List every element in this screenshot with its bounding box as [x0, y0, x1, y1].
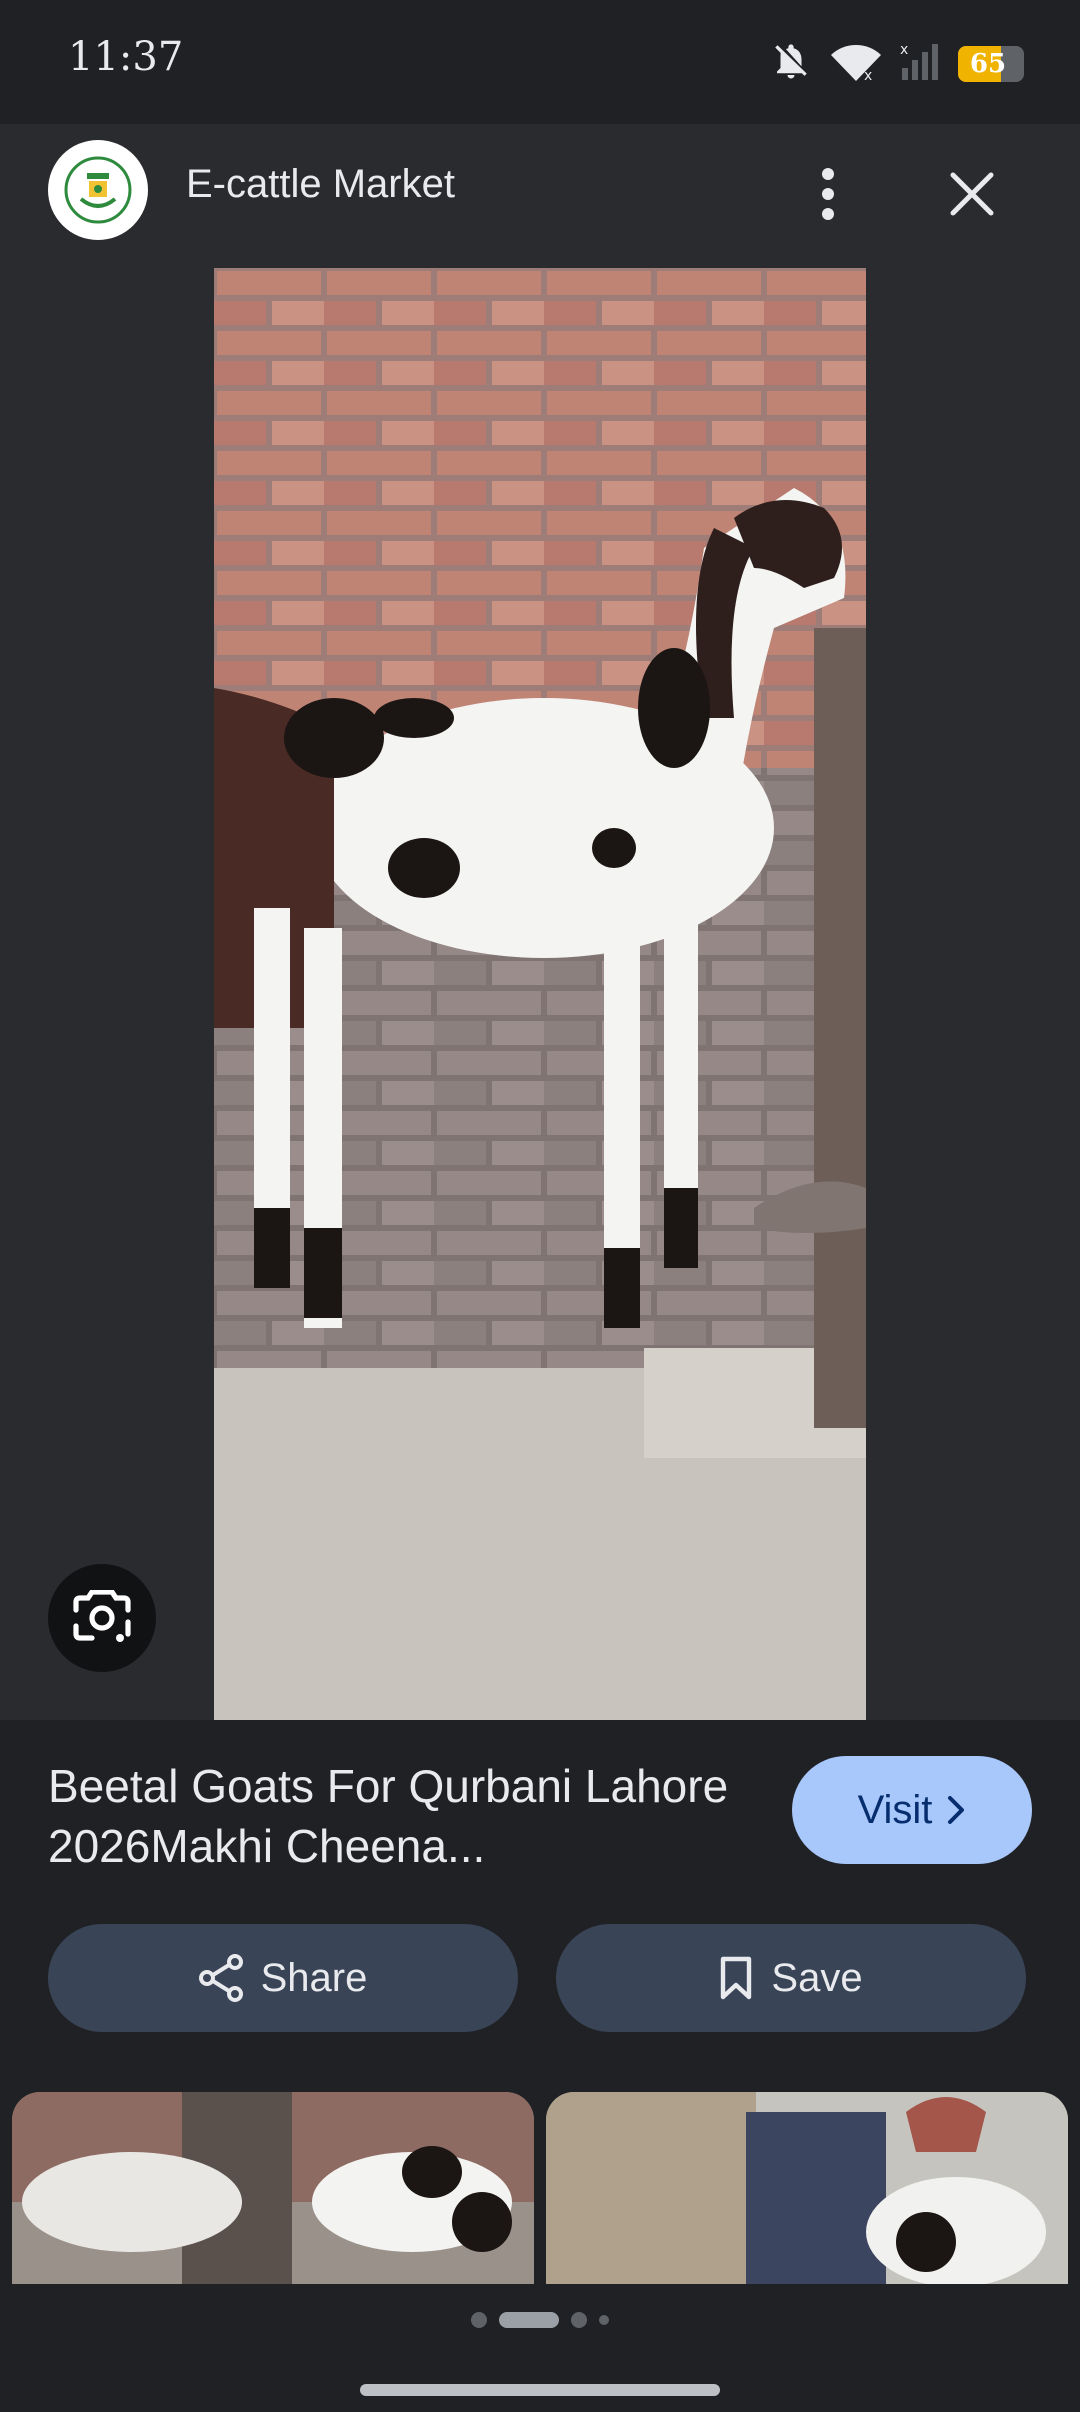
site-title[interactable]: E-cattle Market [186, 162, 455, 207]
save-button[interactable]: Save [556, 1924, 1026, 2032]
battery-level: 65 [969, 48, 1007, 79]
page-dot[interactable] [599, 2315, 609, 2325]
related-image-2[interactable] [546, 2092, 1068, 2284]
status-bar: 11:37 x x 65 [0, 0, 1080, 124]
image-viewer[interactable] [0, 268, 1080, 1720]
bell-off-icon [770, 40, 812, 87]
more-options-button[interactable] [800, 154, 856, 234]
page-dot[interactable] [471, 2312, 487, 2328]
save-label: Save [771, 1955, 863, 2000]
related-images [0, 2092, 1080, 2284]
related-image-1[interactable] [12, 2092, 534, 2284]
share-label: Share [260, 1955, 368, 2000]
share-icon [198, 1954, 243, 2002]
close-button[interactable] [940, 154, 1004, 234]
punjab-govt-logo-icon[interactable] [48, 140, 148, 240]
home-indicator[interactable] [360, 2384, 720, 2396]
status-time: 11:37 [68, 34, 184, 80]
share-button[interactable]: Share [48, 1924, 518, 2032]
signal-icon: x [900, 40, 940, 87]
bookmark-icon [721, 1956, 752, 2000]
visit-label: Visit [857, 1787, 933, 1832]
google-lens-button[interactable] [48, 1564, 156, 1672]
svg-text:x: x [864, 68, 872, 82]
viewer-header: E-cattle Market [0, 124, 1080, 268]
visit-button[interactable]: Visit [792, 1756, 1032, 1864]
wifi-icon: x [830, 40, 882, 87]
page-dot-active[interactable] [499, 2312, 559, 2328]
google-lens-icon [73, 1590, 131, 1642]
svg-text:x: x [900, 42, 908, 58]
page-dot[interactable] [571, 2312, 587, 2328]
more-vert-icon [822, 168, 834, 220]
status-icons: x x 65 [770, 40, 1024, 87]
battery-icon: 65 [958, 45, 1024, 82]
chevron-right-icon [948, 1796, 965, 1824]
pagination-dots [0, 2312, 1080, 2328]
result-info-panel: Beetal Goats For Qurbani Lahore 2026Makh… [0, 1720, 1080, 2412]
result-title[interactable]: Beetal Goats For Qurbani Lahore 2026Makh… [48, 1756, 748, 1876]
close-icon [950, 172, 994, 216]
goat-photo[interactable] [214, 268, 866, 1720]
